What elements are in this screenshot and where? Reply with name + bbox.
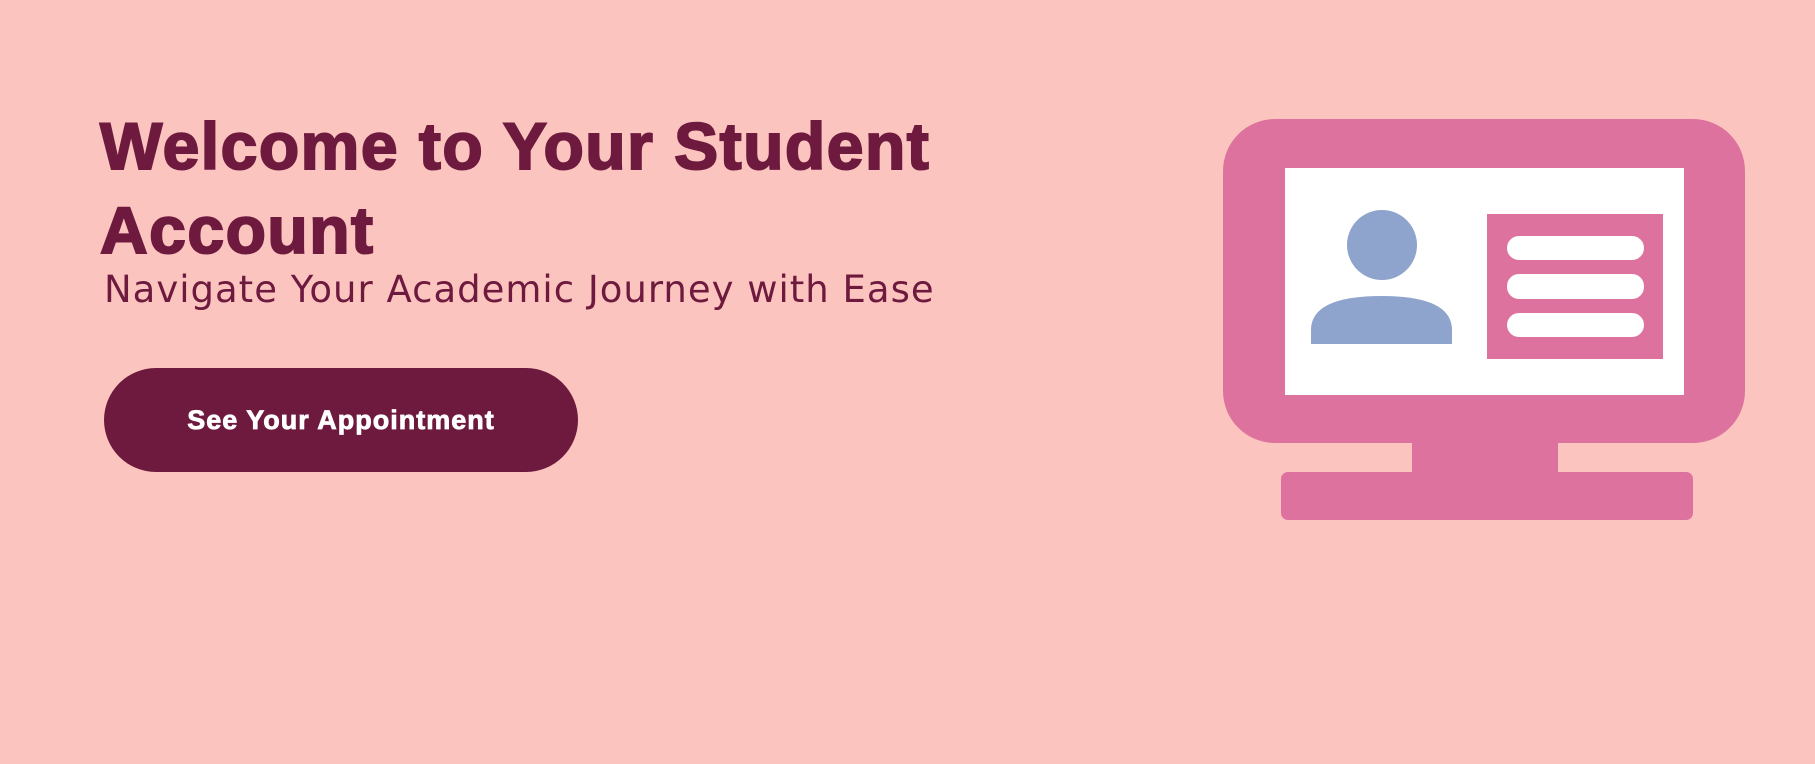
monitor-icon xyxy=(1223,119,1745,520)
profile-card-icon xyxy=(1487,214,1663,359)
monitor-student-profile-icon xyxy=(1223,119,1745,520)
